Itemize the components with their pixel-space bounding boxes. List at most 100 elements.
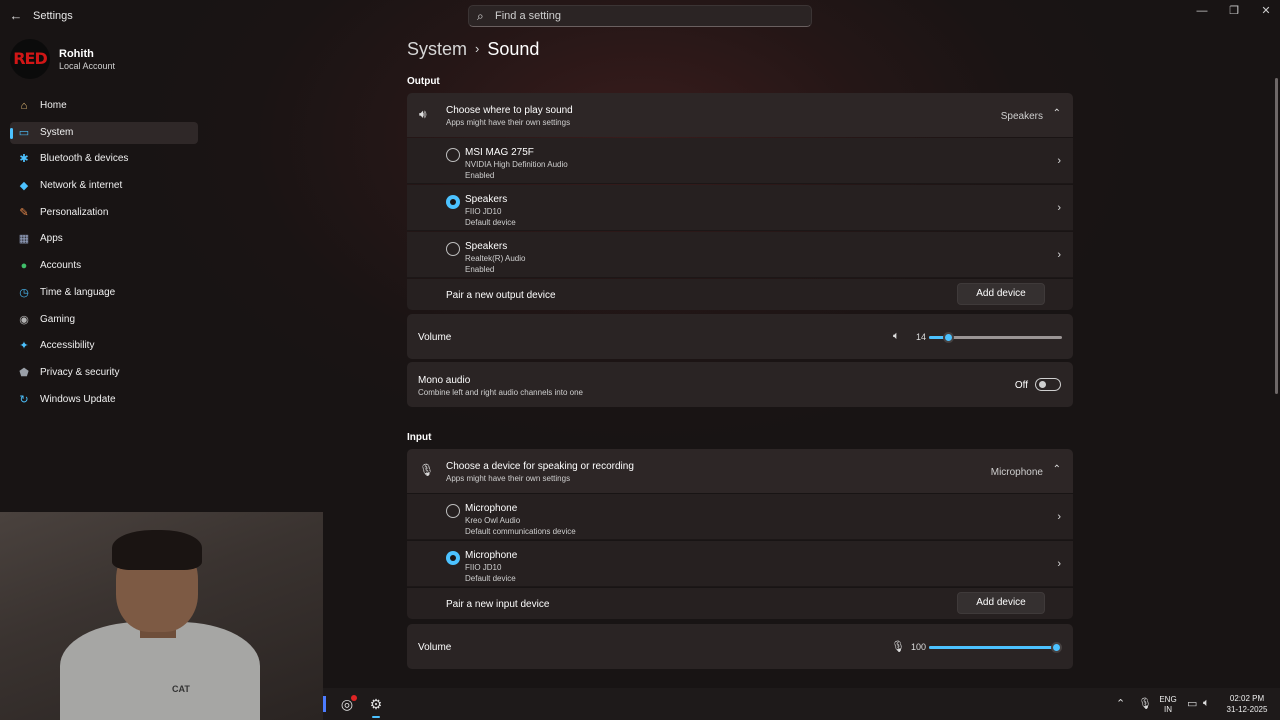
device-name: Speakers — [465, 241, 508, 252]
chevron-right-icon[interactable]: › — [1057, 558, 1061, 570]
chevron-right-icon[interactable]: › — [1057, 202, 1061, 214]
person-icon: ● — [20, 260, 28, 273]
input-device-radio[interactable] — [446, 504, 460, 518]
search-box[interactable]: ⌕ — [468, 5, 812, 27]
mono-audio-subtitle: Combine left and right audio channels in… — [418, 388, 583, 397]
chevron-up-tray-icon[interactable]: ⌃ — [1116, 697, 1125, 710]
network-tray-icon[interactable]: ▭ — [1187, 697, 1197, 710]
sidebar-item-label: Accessibility — [40, 340, 95, 352]
clock-date[interactable]: 31-12-2025 — [1219, 705, 1275, 714]
search-input[interactable] — [495, 7, 795, 25]
avatar[interactable]: RED — [10, 39, 50, 79]
sidebar-item-windows-update[interactable]: ↻ Windows Update — [10, 389, 198, 411]
sidebar-item-apps[interactable]: ▦ Apps — [10, 228, 198, 250]
input-device-selector[interactable]: 🎙︎ Choose a device for speaking or recor… — [407, 449, 1073, 493]
divider — [407, 586, 1073, 587]
input-device-row[interactable]: Microphone FIIO JD10 Default device › — [407, 541, 1073, 586]
mono-audio-toggle[interactable] — [1035, 378, 1061, 391]
device-driver: Realtek(R) Audio — [465, 254, 526, 263]
sidebar-item-privacy-security[interactable]: ⬟ Privacy & security — [10, 362, 198, 384]
sidebar-item-label: Time & language — [40, 286, 116, 298]
output-device-row[interactable]: Speakers FIIO JD10 Default device › — [407, 185, 1073, 230]
sidebar-item-accessibility[interactable]: ✦ Accessibility — [10, 335, 198, 357]
mono-audio-state: Off — [1014, 380, 1028, 391]
chevron-right-icon[interactable]: › — [1057, 511, 1061, 523]
output-device-row[interactable]: Speakers Realtek(R) Audio Enabled › — [407, 232, 1073, 277]
language-top[interactable]: ENG — [1157, 695, 1179, 704]
input-heading: Input — [407, 432, 432, 443]
app-title: Settings — [33, 10, 73, 22]
microphone-icon: 🎙︎ — [419, 463, 435, 477]
sidebar-item-label: Home — [40, 100, 67, 111]
slider-fill — [929, 646, 1056, 649]
apps-icon: ▦ — [18, 233, 30, 246]
scrollbar[interactable] — [1275, 78, 1278, 394]
output-selected-value: Speakers — [1000, 111, 1043, 122]
pair-output-row: Pair a new output device Add device — [407, 279, 1073, 310]
output-device-selector[interactable]: 🔊︎ Choose where to play sound Apps might… — [407, 93, 1073, 137]
device-status: Enabled — [465, 265, 495, 274]
add-input-device-button[interactable]: Add device — [957, 592, 1045, 614]
input-selector-title: Choose a device for speaking or recordin… — [446, 461, 634, 472]
speaker-icon: 🔊︎ — [419, 107, 427, 121]
breadcrumb-parent[interactable]: System — [407, 39, 467, 59]
device-name: Microphone — [465, 550, 518, 561]
input-selector-subtitle: Apps might have their own settings — [446, 474, 571, 483]
sidebar-nav: ⌂ Home ▭ System ✱ Bluetooth & devices ◆ Network… — [10, 95, 198, 415]
chevron-up-icon[interactable]: ⌃ — [1053, 108, 1061, 119]
microphone-volume-icon[interactable]: 🎙︎ — [891, 640, 905, 653]
sidebar-item-label: Network & internet — [40, 180, 123, 192]
output-device-radio[interactable] — [446, 195, 460, 209]
shield-icon: ⬟ — [19, 366, 29, 379]
add-output-device-button[interactable]: Add device — [957, 283, 1045, 305]
chevron-up-icon[interactable]: ⌃ — [1053, 464, 1061, 475]
pair-output-label: Pair a new output device — [446, 290, 556, 301]
sidebar-item-time-language[interactable]: ◷ Time & language — [10, 282, 198, 304]
back-arrow-icon[interactable]: ← — [6, 6, 26, 26]
sidebar-item-label: Privacy & security — [40, 366, 120, 378]
pair-input-row: Pair a new input device Add device — [407, 588, 1073, 619]
sidebar-item-network-internet[interactable]: ◆ Network & internet — [10, 175, 198, 197]
slider-thumb[interactable] — [942, 332, 954, 343]
sidebar-item-bluetooth-devices[interactable]: ✱ Bluetooth & devices — [10, 148, 198, 170]
system-icon: ▭ — [18, 126, 30, 139]
minimize-icon[interactable]: — — [1190, 4, 1214, 18]
close-icon[interactable]: ✕ — [1254, 4, 1278, 18]
output-device-row[interactable]: MSI MAG 275F NVIDIA High Definition Audi… — [407, 138, 1073, 183]
chevron-right-icon: › — [475, 41, 480, 56]
input-device-radio[interactable] — [446, 551, 460, 565]
chevron-right-icon[interactable]: › — [1057, 155, 1061, 167]
device-status: Default communications device — [465, 527, 576, 536]
sidebar-item-home[interactable]: ⌂ Home — [10, 95, 198, 117]
input-device-row[interactable]: Microphone Kreo Owl Audio Default commun… — [407, 494, 1073, 539]
sidebar-item-personalization[interactable]: ✎ Personalization — [10, 202, 198, 224]
chevron-right-icon[interactable]: › — [1057, 249, 1061, 261]
output-heading: Output — [407, 76, 440, 87]
output-selector-title: Choose where to play sound — [446, 105, 573, 116]
settings-app-icon[interactable]: ⚙ — [366, 694, 386, 714]
page-title: Sound — [487, 39, 540, 59]
controller-icon: ◉ — [19, 313, 29, 326]
output-device-radio[interactable] — [446, 242, 460, 256]
maximize-icon[interactable]: ❐ — [1222, 4, 1246, 18]
clock-time[interactable]: 02:02 PM — [1219, 694, 1275, 703]
output-device-radio[interactable] — [446, 148, 460, 162]
microphone-tray-icon[interactable]: 🎙︎ — [1138, 697, 1152, 710]
sidebar-item-accounts[interactable]: ● Accounts — [10, 255, 198, 277]
input-volume-slider[interactable] — [929, 642, 1062, 653]
sidebar-item-system[interactable]: ▭ System — [10, 121, 198, 144]
account-type: Local Account — [59, 61, 116, 71]
active-app-indicator — [372, 716, 380, 718]
volume-tray-icon[interactable]: 🔈︎ — [1203, 697, 1210, 710]
language-bottom[interactable]: IN — [1157, 705, 1179, 714]
device-status: Enabled — [465, 171, 495, 180]
sidebar-item-gaming[interactable]: ◉ Gaming — [10, 309, 198, 331]
speaker-volume-icon[interactable]: 🔈︎ — [893, 330, 900, 343]
slider-thumb[interactable] — [1051, 642, 1062, 653]
avatar-text: RED — [13, 49, 48, 68]
account-name: Rohith — [59, 48, 94, 60]
update-icon: ↻ — [19, 393, 29, 406]
output-volume-slider[interactable] — [929, 332, 1062, 343]
output-selector-subtitle: Apps might have their own settings — [446, 118, 571, 127]
divider — [407, 183, 1073, 184]
